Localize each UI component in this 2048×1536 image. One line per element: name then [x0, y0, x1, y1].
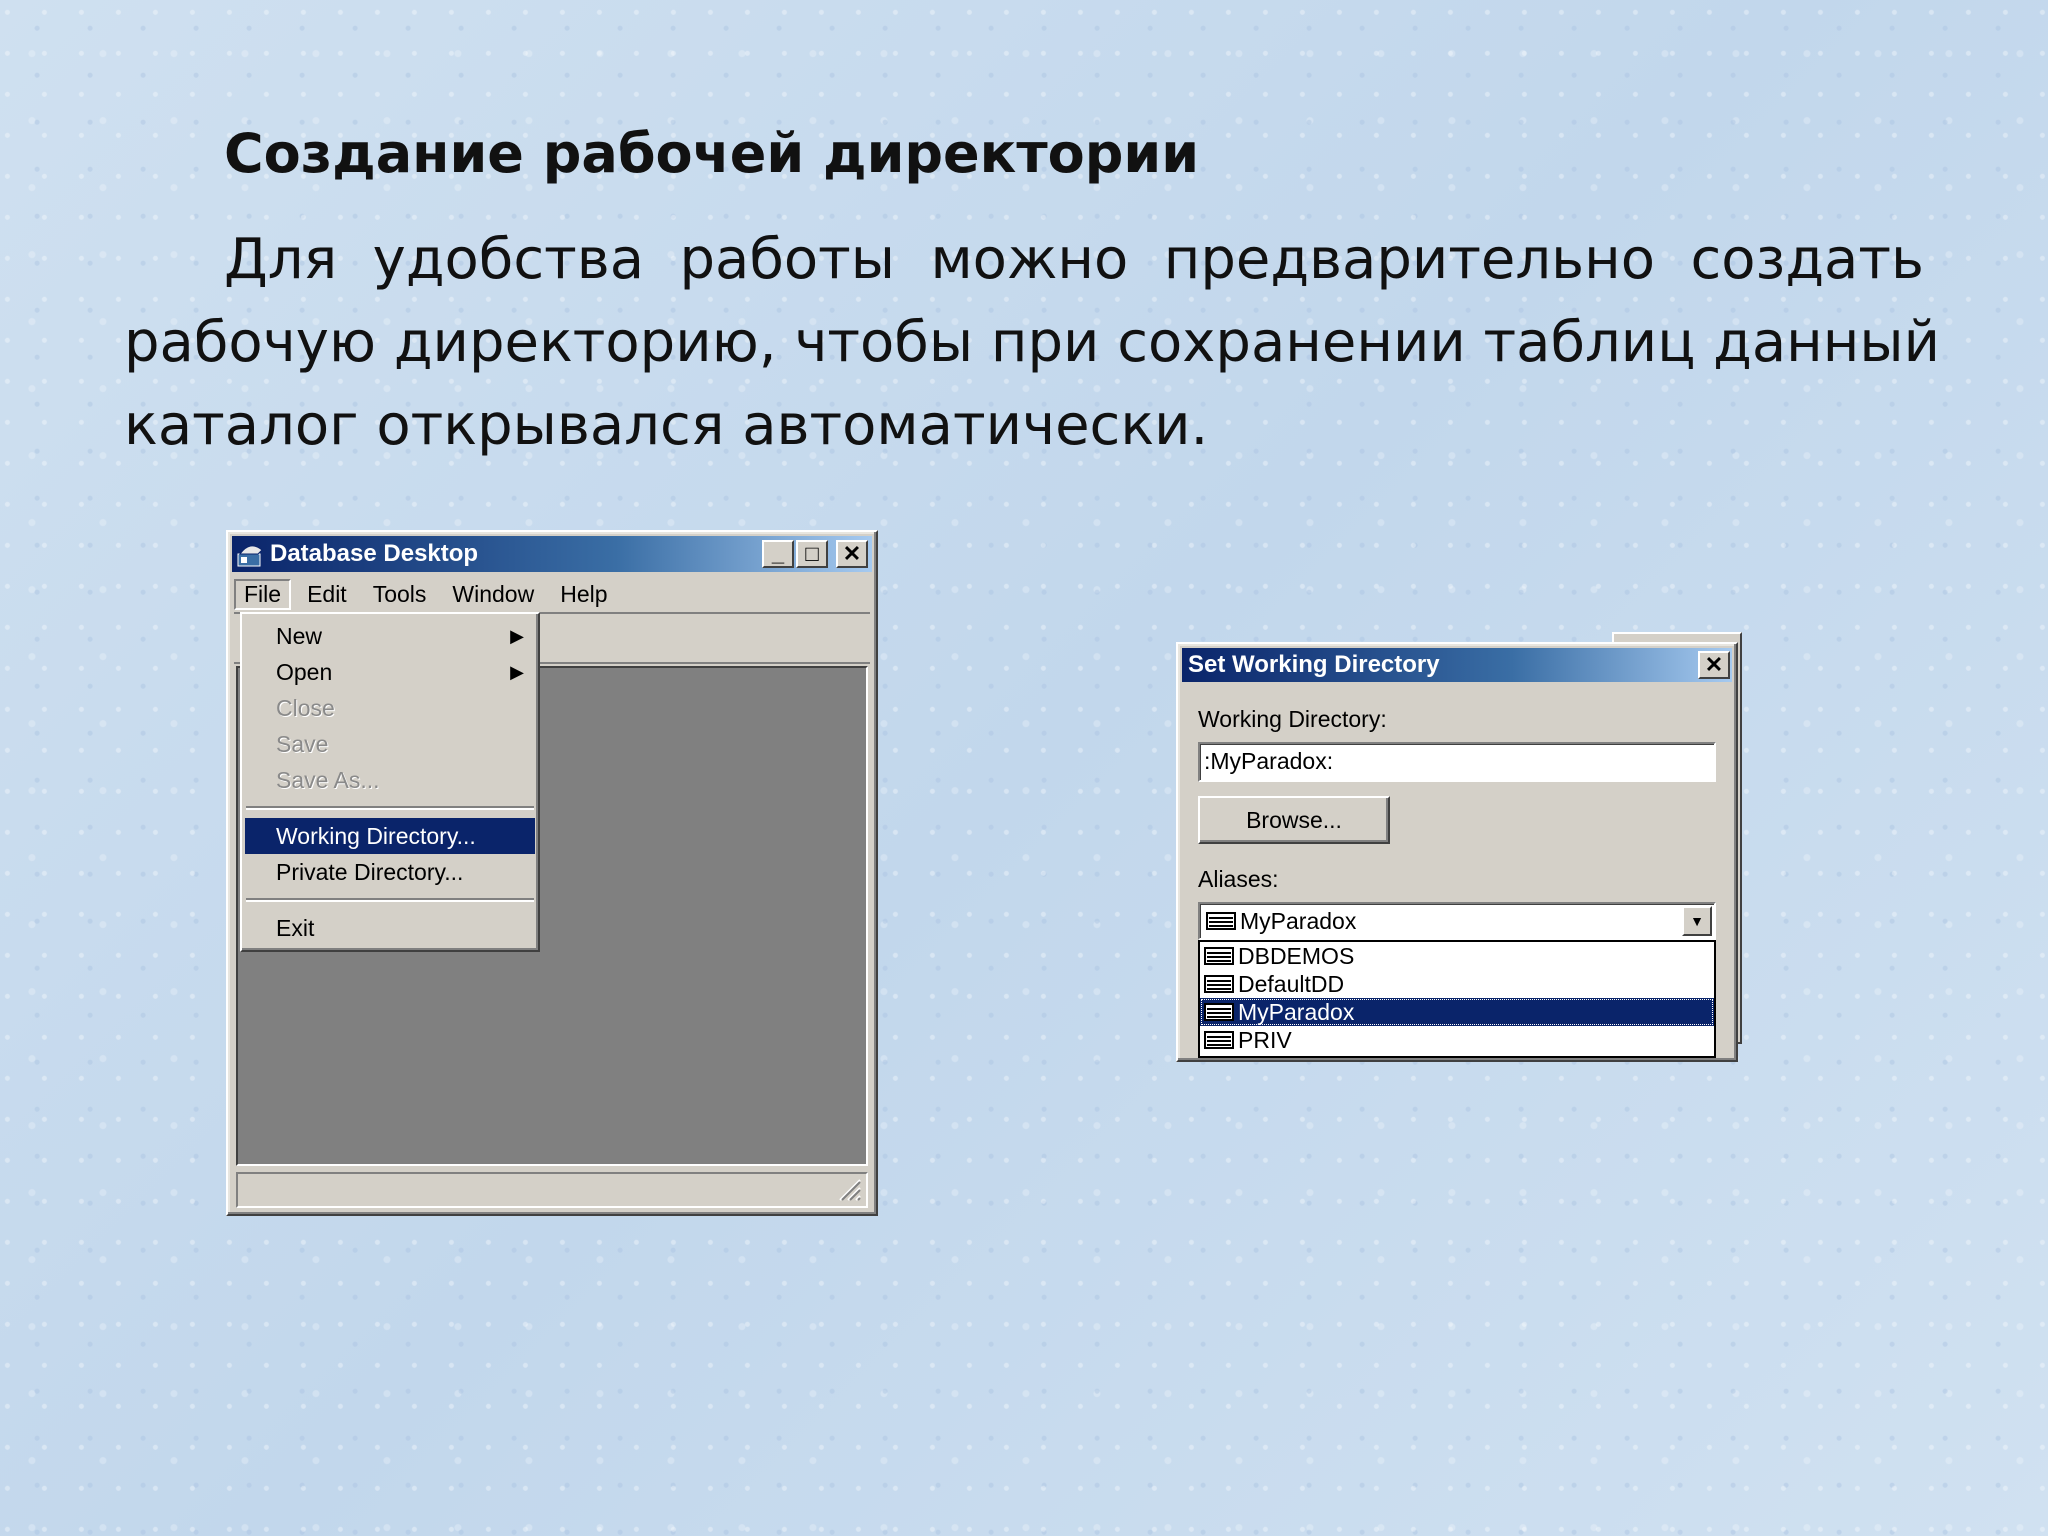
- browse-button[interactable]: Browse...: [1198, 796, 1390, 844]
- aliases-combobox[interactable]: MyParadox ▼: [1198, 902, 1716, 940]
- aliases-dropdown-list: DBDEMOS DefaultDD MyParadox PRIV: [1198, 940, 1716, 1058]
- maximize-button[interactable]: □: [796, 540, 828, 568]
- dialog-titlebar[interactable]: Set Working Directory ✕: [1182, 648, 1732, 682]
- list-item[interactable]: MyParadox: [1200, 998, 1714, 1026]
- body-word: предварительно: [1163, 227, 1656, 292]
- list-item-label: PRIV: [1238, 1027, 1292, 1053]
- menu-separator: [246, 806, 534, 810]
- submenu-arrow-icon: ▶: [510, 626, 524, 646]
- menu-item-label: New: [276, 623, 323, 649]
- menu-window[interactable]: Window: [442, 579, 544, 610]
- database-alias-icon: [1204, 1003, 1234, 1021]
- aliases-label: Aliases:: [1198, 866, 1279, 892]
- submenu-arrow-icon: ▶: [510, 662, 524, 682]
- body-word: работы: [679, 227, 896, 292]
- minimize-button[interactable]: _: [762, 540, 794, 568]
- body-word: удобства: [372, 227, 645, 292]
- menu-edit[interactable]: Edit: [297, 579, 357, 610]
- dialog-title: Set Working Directory: [1188, 651, 1440, 678]
- body-word: можно: [930, 227, 1129, 292]
- body-line-3: каталог открывался автоматически.: [124, 393, 1209, 458]
- close-button[interactable]: ✕: [836, 540, 868, 568]
- list-item-label: MyParadox: [1238, 999, 1355, 1025]
- database-alias-icon: [1204, 1031, 1234, 1049]
- list-item[interactable]: DBDEMOS: [1200, 942, 1714, 970]
- list-item[interactable]: DefaultDD: [1200, 970, 1714, 998]
- list-item-label: DefaultDD: [1238, 971, 1345, 997]
- menu-item-exit[interactable]: Exit: [242, 910, 538, 946]
- database-desktop-window: Database Desktop _ □ ✕ File Edit Tools W…: [226, 530, 878, 1216]
- database-alias-icon: [1206, 912, 1236, 930]
- list-item-label: DBDEMOS: [1238, 943, 1355, 969]
- dialog-close-button[interactable]: ✕: [1698, 651, 1730, 679]
- menu-separator: [246, 898, 534, 902]
- menu-item-new[interactable]: New ▶: [242, 618, 538, 654]
- working-directory-label: Working Directory:: [1198, 706, 1387, 732]
- menu-tools[interactable]: Tools: [363, 579, 437, 610]
- menu-item-save: Save: [276, 731, 329, 757]
- working-directory-input[interactable]: :MyParadox:: [1198, 742, 1716, 782]
- body-line-2: рабочую директорию, чтобы при сохранении…: [124, 310, 1940, 375]
- menu-item-label: Open: [276, 659, 333, 685]
- menu-file[interactable]: File: [234, 578, 292, 610]
- slide-body: Для удобства работы можно предварительно…: [124, 218, 1940, 467]
- file-menu-dropdown: New ▶ Open ▶ Close Save Save As... Worki…: [240, 612, 540, 952]
- menu-help[interactable]: Help: [550, 579, 617, 610]
- body-word: Для: [224, 227, 338, 292]
- set-working-directory-dialog: Set Working Directory ✕ Working Director…: [1176, 642, 1738, 1062]
- database-alias-icon: [1204, 947, 1234, 965]
- body-line-1: Для удобства работы можно предварительно…: [124, 218, 1924, 301]
- aliases-selected-value: MyParadox: [1240, 908, 1357, 934]
- window-titlebar[interactable]: Database Desktop _ □ ✕: [232, 536, 872, 572]
- database-alias-icon: [1204, 975, 1234, 993]
- status-bar: [236, 1172, 868, 1208]
- slide-title: Создание рабочей директории: [224, 122, 1200, 185]
- menu-item-save-as: Save As...: [276, 767, 380, 793]
- menubar: File Edit Tools Window Help: [234, 576, 870, 614]
- menu-item-open[interactable]: Open ▶: [242, 654, 538, 690]
- menu-item-private-directory[interactable]: Private Directory...: [242, 854, 538, 890]
- body-word: создать: [1690, 227, 1925, 292]
- combo-dropdown-arrow-icon[interactable]: ▼: [1682, 906, 1712, 936]
- window-title: Database Desktop: [270, 540, 479, 567]
- menu-item-working-directory[interactable]: Working Directory...: [245, 818, 535, 854]
- list-item[interactable]: PRIV: [1200, 1026, 1714, 1054]
- menu-item-close: Close: [276, 695, 335, 721]
- database-desktop-app-icon: [237, 545, 263, 567]
- resize-grip-icon[interactable]: [834, 1174, 862, 1202]
